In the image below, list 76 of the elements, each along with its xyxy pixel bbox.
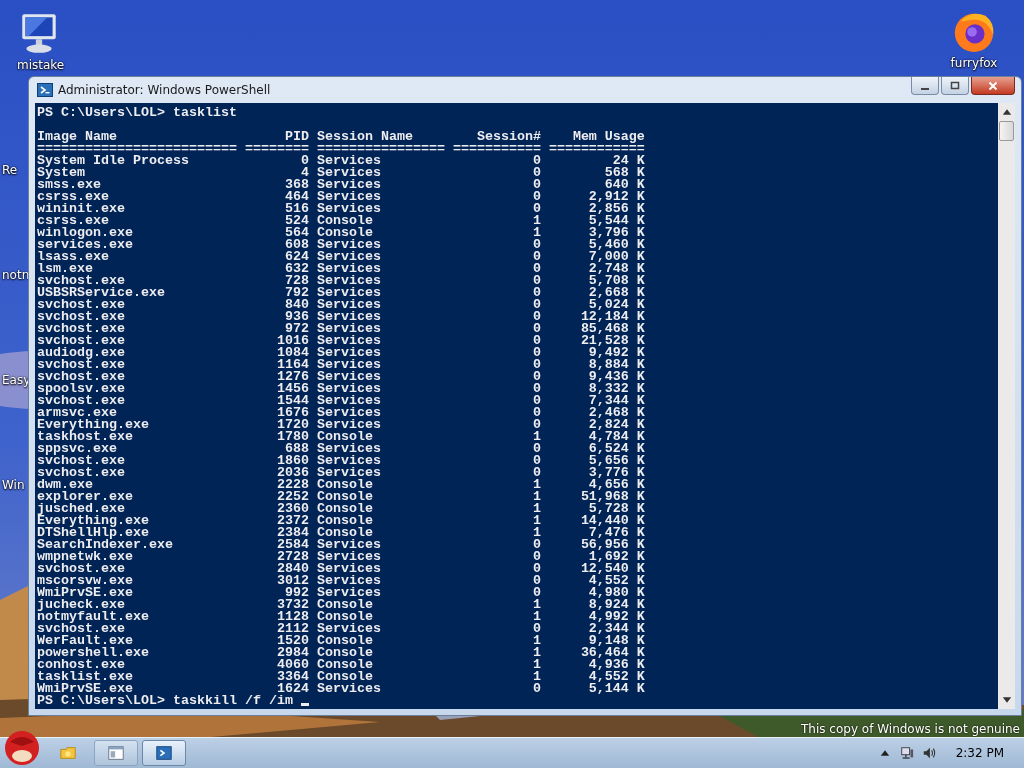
console-line: csrss.exe 524 Console 1 5,544 K: [37, 215, 646, 227]
console-line: PS C:\Users\LOL> tasklist: [37, 107, 238, 119]
console-line: System Idle Process 0 Services 0 24 K: [37, 155, 646, 167]
console-line: DTShellHlp.exe 2384 Console 1 7,476 K: [37, 527, 646, 539]
console-line: mscorsvw.exe 3012 Services 0 4,552 K: [37, 575, 646, 587]
activation-notice: This copy of Windows is not genuine: [801, 722, 1020, 736]
console-line: winlogon.exe 564 Console 1 3,796 K: [37, 227, 646, 239]
console-line: svchost.exe 1016 Services 0 21,528 K: [37, 335, 646, 347]
console-line: svchost.exe 1164 Services 0 8,884 K: [37, 359, 646, 371]
console-line: jusched.exe 2360 Console 1 5,728 K: [37, 503, 646, 515]
console-line: Everything.exe 2372 Console 1 14,440 K: [37, 515, 646, 527]
console-line: svchost.exe 1544 Services 0 7,344 K: [37, 395, 646, 407]
window-title: Administrator: Windows PowerShell: [58, 83, 271, 97]
console-line: audiodg.exe 1084 Services 0 9,492 K: [37, 347, 646, 359]
console-line: svchost.exe 728 Services 0 5,708 K: [37, 275, 646, 287]
console-line: notmyfault.exe 1128 Console 1 4,992 K: [37, 611, 646, 623]
folder-icon: [59, 744, 77, 762]
window-taskbar-button[interactable]: [94, 740, 138, 766]
console-line: svchost.exe 936 Services 0 12,184 K: [37, 311, 646, 323]
minimize-button[interactable]: [911, 77, 939, 95]
console-line: svchost.exe 1276 Services 0 9,436 K: [37, 371, 646, 383]
console-line: smss.exe 368 Services 0 640 K: [37, 179, 646, 191]
console-line: SearchIndexer.exe 2584 Services 0 56,956 K: [37, 539, 646, 551]
console-line: ========================= ======== ================ =========== ============: [37, 143, 646, 155]
console-line: tasklist.exe 3364 Console 1 4,552 K: [37, 671, 646, 683]
icon-label: Win: [1, 478, 25, 492]
icon-label: notn: [1, 268, 30, 282]
console-line: jucheck.exe 3732 Console 1 8,924 K: [37, 599, 646, 611]
speaker-icon[interactable]: [921, 746, 936, 760]
icon-label: Easy: [1, 373, 31, 387]
console-line: wmpnetwk.exe 2728 Services 0 1,692 K: [37, 551, 646, 563]
console-line: System 4 Services 0 568 K: [37, 167, 646, 179]
console-line: sppsvc.exe 688 Services 0 6,524 K: [37, 443, 646, 455]
console-line: WmiPrvSE.exe 992 Services 0 4,980 K: [37, 587, 646, 599]
console-line: taskhost.exe 1780 Console 1 4,784 K: [37, 431, 646, 443]
maximize-icon: [950, 80, 960, 91]
console-line: dwm.exe 2228 Console 1 4,656 K: [37, 479, 646, 491]
icon-label: mistake: [16, 58, 65, 72]
console-line: svchost.exe 972 Services 0 85,468 K: [37, 323, 646, 335]
console-line: services.exe 608 Services 0 5,460 K: [37, 239, 646, 251]
console-line: WerFault.exe 1520 Console 1 9,148 K: [37, 635, 646, 647]
console-line: wininit.exe 516 Services 0 2,856 K: [37, 203, 646, 215]
shell-taskbar-button[interactable]: [142, 740, 186, 766]
icon-label: Re: [1, 163, 18, 177]
scroll-thumb[interactable]: [999, 121, 1014, 141]
text-cursor: [300, 703, 309, 706]
close-icon: [988, 80, 998, 91]
console-line: lsm.exe 632 Services 0 2,748 K: [37, 263, 646, 275]
network-icon[interactable]: [899, 746, 914, 760]
window-icon: [107, 744, 125, 762]
console-line: WmiPrvSE.exe 1624 Services 0 5,144 K: [37, 683, 646, 695]
start-button[interactable]: [2, 728, 42, 768]
console-line: Everything.exe 1720 Services 0 2,824 K: [37, 419, 646, 431]
console-line: powershell.exe 2984 Console 1 36,464 K: [37, 647, 646, 659]
minimize-icon: [921, 87, 929, 90]
console-line: svchost.exe 1860 Services 0 5,656 K: [37, 455, 646, 467]
clock[interactable]: 2:32 PM: [955, 746, 1004, 760]
shell-icon: [37, 82, 53, 98]
console-line: conhost.exe 4060 Console 1 4,936 K: [37, 659, 646, 671]
console-line: svchost.exe 2036 Services 0 3,776 K: [37, 467, 646, 479]
console-line: armsvc.exe 1676 Services 0 2,468 K: [37, 407, 646, 419]
console-line: svchost.exe 2840 Services 0 12,540 K: [37, 563, 646, 575]
close-button[interactable]: [971, 77, 1015, 95]
maximize-button[interactable]: [941, 77, 969, 95]
console-line: explorer.exe 2252 Console 1 51,968 K: [37, 491, 646, 503]
console-line: csrss.exe 464 Services 0 2,912 K: [37, 191, 646, 203]
shell-icon: [155, 744, 173, 762]
console-line: USBSRService.exe 792 Services 0 2,668 K: [37, 287, 646, 299]
icon-label: furryfox: [950, 56, 998, 70]
console-line: spoolsv.exe 1456 Services 0 8,332 K: [37, 383, 646, 395]
console-line: svchost.exe 840 Services 0 5,024 K: [37, 299, 646, 311]
console-line: svchost.exe 2112 Services 0 2,344 K: [37, 623, 646, 635]
scrollbar[interactable]: [998, 103, 1015, 709]
console-line: Image Name PID Session Name Session# Mem Usage: [37, 131, 646, 143]
console-line: PS C:\Users\LOL> taskkill /f /im: [37, 695, 293, 707]
console-line: lsass.exe 624 Services 0 7,000 K: [37, 251, 646, 263]
